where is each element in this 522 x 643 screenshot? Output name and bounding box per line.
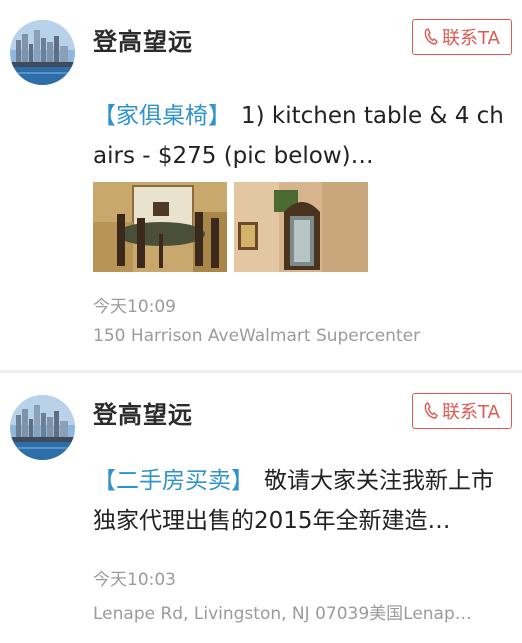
contact-button[interactable]: 联系TA: [412, 393, 512, 429]
phone-icon: [424, 402, 438, 419]
post-content[interactable]: 【家俱桌椅】 1) kitchen table & 4 chairs - $275…: [93, 96, 513, 176]
post-time: 今天10:03: [93, 570, 176, 590]
avatar[interactable]: [10, 20, 75, 85]
contact-label: 联系TA: [442, 28, 500, 49]
photo-thumbnail-cabinet[interactable]: [234, 182, 368, 272]
photo-gallery: [93, 182, 368, 272]
user-name[interactable]: 登高望远: [93, 395, 193, 430]
post-time: 今天10:09: [93, 297, 176, 317]
post-location[interactable]: 150 Harrison AveWalmart Supercenter: [93, 326, 420, 346]
contact-label: 联系TA: [442, 402, 500, 423]
post-content[interactable]: 【二手房买卖】 敬请大家关注我新上市独家代理出售的2015年全新建造…: [93, 461, 513, 541]
avatar[interactable]: [10, 395, 75, 460]
post-card[interactable]: 登高望远 联系TA 【二手房买卖】 敬请大家关注我新上市独家代理出售的2015年全…: [0, 373, 522, 643]
phone-icon: [424, 28, 438, 45]
post-card[interactable]: 登高望远 联系TA 【家俱桌椅】 1) kitchen table & 4 cha…: [0, 0, 522, 370]
photo-thumbnail-kitchen-table[interactable]: [93, 182, 227, 272]
category-tag: 【二手房买卖】: [93, 468, 254, 494]
user-name[interactable]: 登高望远: [93, 22, 193, 57]
post-location[interactable]: Lenape Rd, Livingston, NJ 07039美国Lenap…: [93, 599, 472, 624]
category-tag: 【家俱桌椅】: [93, 103, 231, 129]
contact-button[interactable]: 联系TA: [412, 19, 512, 55]
